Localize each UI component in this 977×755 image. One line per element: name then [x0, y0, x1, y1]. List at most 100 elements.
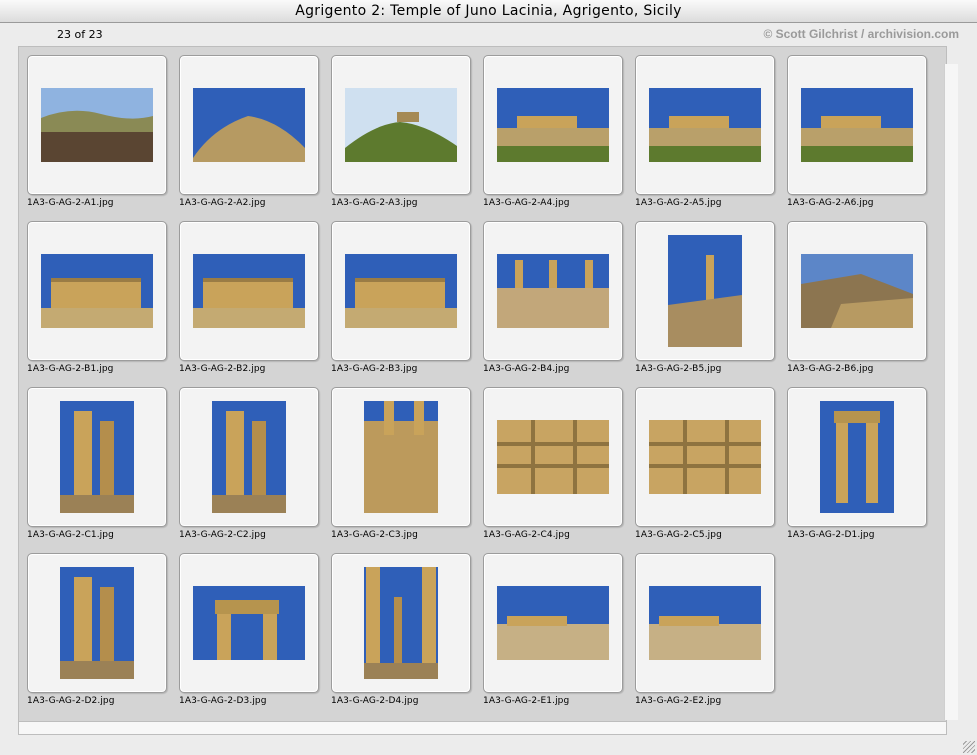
- thumbnail-image[interactable]: [60, 401, 134, 513]
- slide-mount[interactable]: [483, 553, 623, 693]
- thumbnail-filename: 1A3-G-AG-2-B2.jpg: [179, 364, 266, 374]
- thumbnail-filename: 1A3-G-AG-2-E1.jpg: [483, 696, 570, 706]
- thumbnail-item[interactable]: 1A3-G-AG-2-D1.jpg: [787, 387, 927, 553]
- slide-mount[interactable]: [331, 553, 471, 693]
- image-count: 23 of 23: [57, 28, 103, 41]
- thumbnail-item[interactable]: 1A3-G-AG-2-C2.jpg: [179, 387, 319, 553]
- thumbnail-filename: 1A3-G-AG-2-B3.jpg: [331, 364, 418, 374]
- vertical-scrollbar[interactable]: [944, 64, 958, 720]
- thumbnail-filename: 1A3-G-AG-2-B6.jpg: [787, 364, 874, 374]
- thumbnail-item[interactable]: 1A3-G-AG-2-A6.jpg: [787, 55, 927, 221]
- thumbnail-panel: 1A3-G-AG-2-A1.jpg 1A3-G-AG-2-A2.jpg 1A3-G-…: [18, 46, 947, 722]
- slide-mount[interactable]: [635, 55, 775, 195]
- thumbnail-item[interactable]: 1A3-G-AG-2-E1.jpg: [483, 553, 623, 719]
- slide-mount[interactable]: [27, 553, 167, 693]
- thumbnail-item[interactable]: 1A3-G-AG-2-D3.jpg: [179, 553, 319, 719]
- thumbnail-item[interactable]: 1A3-G-AG-2-D2.jpg: [27, 553, 167, 719]
- slide-mount[interactable]: [179, 553, 319, 693]
- thumbnail-image[interactable]: [801, 254, 913, 328]
- thumbnail-image[interactable]: [497, 420, 609, 494]
- thumbnail-image[interactable]: [820, 401, 894, 513]
- thumbnail-item[interactable]: 1A3-G-AG-2-C1.jpg: [27, 387, 167, 553]
- thumbnail-image[interactable]: [193, 254, 305, 328]
- thumbnail-item[interactable]: 1A3-G-AG-2-A2.jpg: [179, 55, 319, 221]
- thumbnail-item[interactable]: 1A3-G-AG-2-B4.jpg: [483, 221, 623, 387]
- slide-mount[interactable]: [179, 55, 319, 195]
- thumbnail-item[interactable]: 1A3-G-AG-2-A3.jpg: [331, 55, 471, 221]
- thumbnail-item[interactable]: 1A3-G-AG-2-B3.jpg: [331, 221, 471, 387]
- thumbnail-image[interactable]: [345, 254, 457, 328]
- thumbnail-image[interactable]: [649, 88, 761, 162]
- thumbnail-image[interactable]: [801, 88, 913, 162]
- thumbnail-filename: 1A3-G-AG-2-A5.jpg: [635, 198, 722, 208]
- thumbnail-filename: 1A3-G-AG-2-B5.jpg: [635, 364, 722, 374]
- thumbnail-image[interactable]: [193, 88, 305, 162]
- thumbnail-filename: 1A3-G-AG-2-C4.jpg: [483, 530, 570, 540]
- slide-mount[interactable]: [635, 387, 775, 527]
- thumbnail-image[interactable]: [193, 586, 305, 660]
- slide-mount[interactable]: [787, 387, 927, 527]
- thumbnail-image[interactable]: [497, 88, 609, 162]
- thumbnail-item[interactable]: 1A3-G-AG-2-B5.jpg: [635, 221, 775, 387]
- slide-mount[interactable]: [787, 221, 927, 361]
- thumbnail-image[interactable]: [41, 88, 153, 162]
- thumbnail-item[interactable]: 1A3-G-AG-2-A5.jpg: [635, 55, 775, 221]
- slide-mount[interactable]: [483, 221, 623, 361]
- slide-mount[interactable]: [27, 387, 167, 527]
- thumbnail-image[interactable]: [649, 586, 761, 660]
- slide-mount[interactable]: [27, 221, 167, 361]
- slide-mount[interactable]: [483, 387, 623, 527]
- thumbnail-image[interactable]: [668, 235, 742, 347]
- thumbnail-filename: 1A3-G-AG-2-C3.jpg: [331, 530, 418, 540]
- slide-mount[interactable]: [635, 553, 775, 693]
- slide-mount[interactable]: [787, 55, 927, 195]
- thumbnail-filename: 1A3-G-AG-2-C1.jpg: [27, 530, 114, 540]
- thumbnail-item[interactable]: 1A3-G-AG-2-C3.jpg: [331, 387, 471, 553]
- thumbnail-filename: 1A3-G-AG-2-A1.jpg: [27, 198, 114, 208]
- thumbnail-filename: 1A3-G-AG-2-A3.jpg: [331, 198, 418, 208]
- thumbnail-item[interactable]: 1A3-G-AG-2-C4.jpg: [483, 387, 623, 553]
- thumbnail-item[interactable]: 1A3-G-AG-2-E2.jpg: [635, 553, 775, 719]
- slide-mount[interactable]: [331, 387, 471, 527]
- thumbnail-image[interactable]: [649, 420, 761, 494]
- thumbnail-filename: 1A3-G-AG-2-B1.jpg: [27, 364, 114, 374]
- window-title-bar[interactable]: Agrigento 2: Temple of Juno Lacinia, Agr…: [0, 0, 977, 23]
- thumbnail-image[interactable]: [212, 401, 286, 513]
- thumbnail-filename: 1A3-G-AG-2-A6.jpg: [787, 198, 874, 208]
- thumbnail-image[interactable]: [497, 586, 609, 660]
- thumbnail-item[interactable]: 1A3-G-AG-2-B1.jpg: [27, 221, 167, 387]
- slide-mount[interactable]: [179, 387, 319, 527]
- thumbnail-item[interactable]: 1A3-G-AG-2-A1.jpg: [27, 55, 167, 221]
- thumbnail-item[interactable]: 1A3-G-AG-2-C5.jpg: [635, 387, 775, 553]
- thumbnail-item[interactable]: 1A3-G-AG-2-B2.jpg: [179, 221, 319, 387]
- resize-grip-icon[interactable]: [963, 741, 975, 753]
- slide-mount[interactable]: [635, 221, 775, 361]
- thumbnail-image[interactable]: [497, 254, 609, 328]
- thumbnail-filename: 1A3-G-AG-2-D4.jpg: [331, 696, 419, 706]
- thumbnail-filename: 1A3-G-AG-2-B4.jpg: [483, 364, 570, 374]
- slide-mount[interactable]: [27, 55, 167, 195]
- thumbnail-image[interactable]: [364, 401, 438, 513]
- thumbnail-filename: 1A3-G-AG-2-E2.jpg: [635, 696, 722, 706]
- window-title: Agrigento 2: Temple of Juno Lacinia, Agr…: [295, 3, 682, 19]
- slide-mount[interactable]: [483, 55, 623, 195]
- thumbnail-filename: 1A3-G-AG-2-D3.jpg: [179, 696, 267, 706]
- copyright-credit: © Scott Gilchrist / archivision.com: [763, 27, 959, 41]
- thumbnail-filename: 1A3-G-AG-2-D1.jpg: [787, 530, 875, 540]
- thumbnail-filename: 1A3-G-AG-2-A4.jpg: [483, 198, 570, 208]
- slide-mount[interactable]: [331, 55, 471, 195]
- thumbnail-filename: 1A3-G-AG-2-C2.jpg: [179, 530, 266, 540]
- thumbnail-item[interactable]: 1A3-G-AG-2-D4.jpg: [331, 553, 471, 719]
- thumbnail-filename: 1A3-G-AG-2-A2.jpg: [179, 198, 266, 208]
- slide-mount[interactable]: [179, 221, 319, 361]
- thumbnail-item[interactable]: 1A3-G-AG-2-B6.jpg: [787, 221, 927, 387]
- thumbnail-item[interactable]: 1A3-G-AG-2-A4.jpg: [483, 55, 623, 221]
- slide-mount[interactable]: [331, 221, 471, 361]
- thumbnail-image[interactable]: [364, 567, 438, 679]
- thumbnail-filename: 1A3-G-AG-2-D2.jpg: [27, 696, 115, 706]
- horizontal-scrollbar[interactable]: [18, 721, 947, 735]
- thumbnail-image[interactable]: [60, 567, 134, 679]
- thumbnail-filename: 1A3-G-AG-2-C5.jpg: [635, 530, 722, 540]
- thumbnail-image[interactable]: [345, 88, 457, 162]
- thumbnail-image[interactable]: [41, 254, 153, 328]
